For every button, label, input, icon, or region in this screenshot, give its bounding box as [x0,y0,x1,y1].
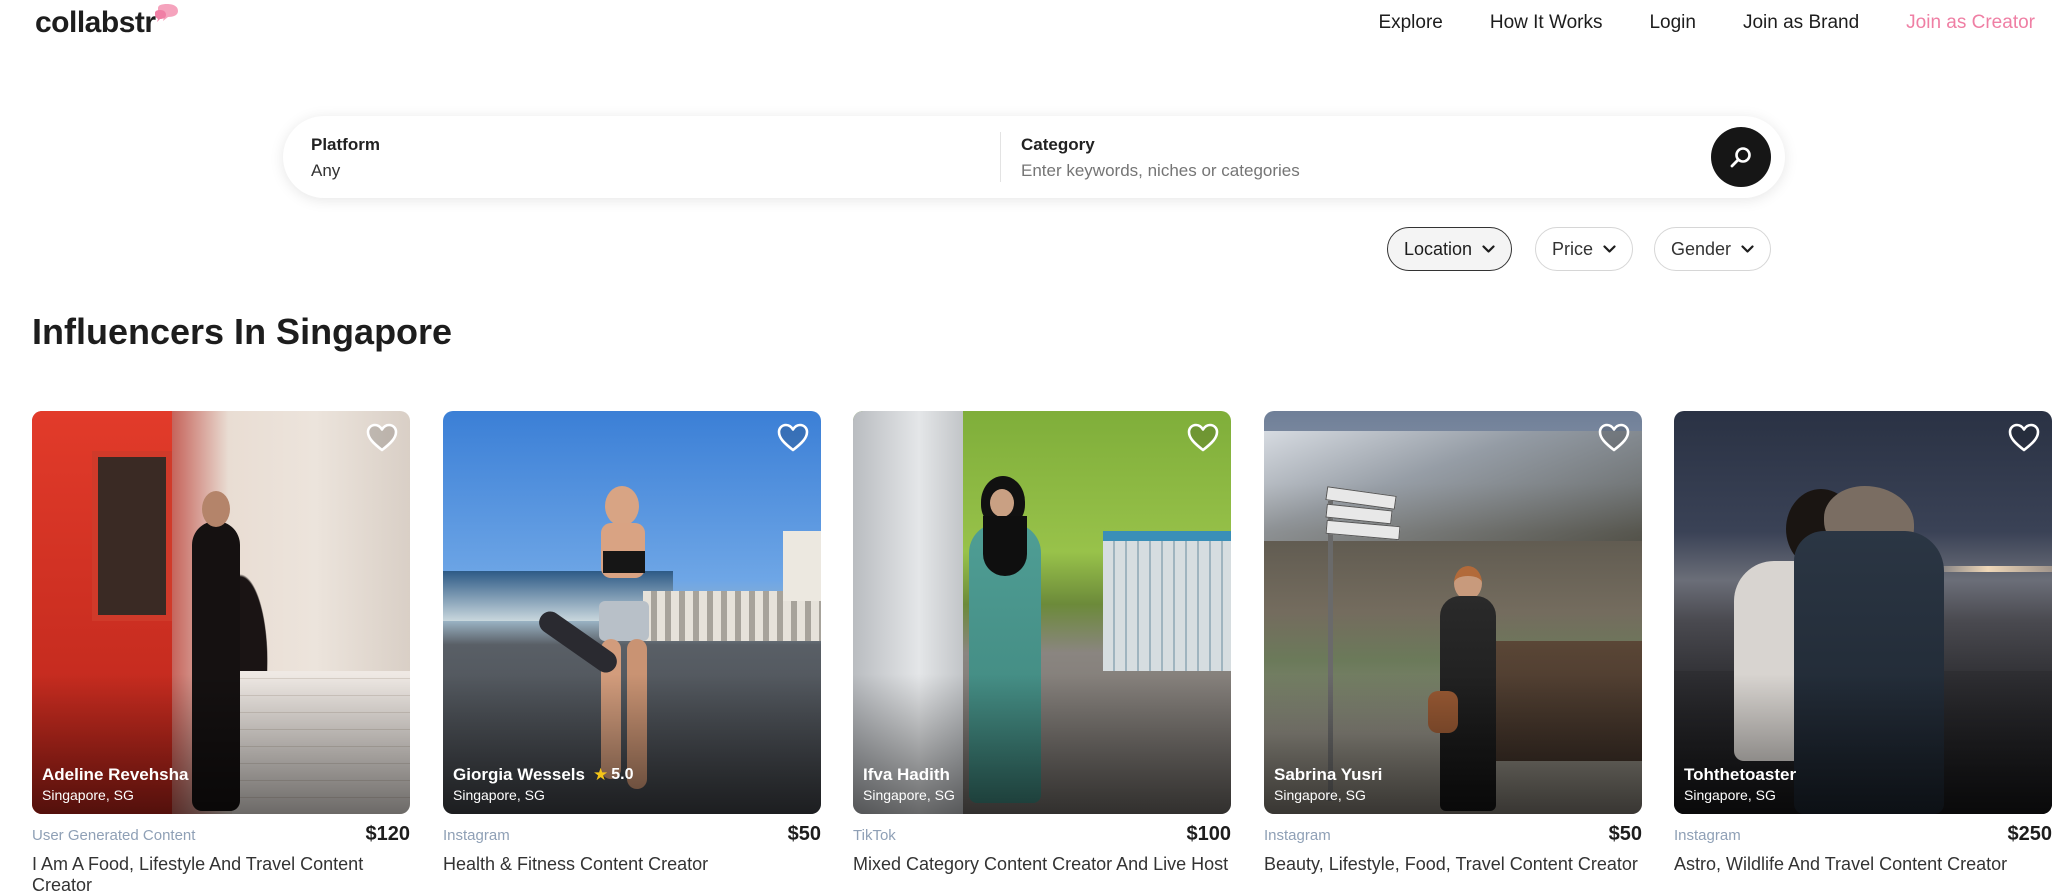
platform-field[interactable]: Platform Any [311,134,971,182]
search-icon [1730,147,1751,168]
location-filter[interactable]: Location [1387,227,1513,271]
creator-description: Beauty, Lifestyle, Food, Travel Content … [1264,854,1638,874]
star-icon: ★ [592,765,609,784]
page-title: Influencers In Singapore [32,311,453,352]
category-field[interactable]: Category [1021,134,1661,182]
heart-icon[interactable] [2008,423,2040,453]
creator-rating: ★ 5.0 [592,765,634,784]
influencer-card[interactable]: Ifva Hadith Singapore, SG TikTok $100 Mi… [853,411,1231,875]
logo[interactable]: collabstr [35,4,180,40]
card-meta: User Generated Content $120 [32,823,410,846]
platform-label: Platform [311,135,380,154]
creator-description: I Am A Food, Lifestyle And Travel Conten… [32,854,364,894]
creator-name: Ifva Hadith [863,765,950,784]
chevron-down-icon [1482,244,1495,253]
creator-location: Singapore, SG [1274,787,1366,803]
creator-name: Tohthetoaster [1684,765,1797,784]
price-filter[interactable]: Price [1535,227,1634,271]
platform-value[interactable]: Any [311,160,971,182]
category-input[interactable] [1021,160,1661,182]
creator-description: Astro, Wildlife And Travel Content Creat… [1674,854,2008,874]
profile-photo[interactable]: Giorgia Wessels ★ 5.0 Singapore, SG [443,411,821,814]
card-meta: Instagram $50 [1264,823,1642,846]
profile-photo[interactable]: Tohthetoaster Singapore, SG [1674,411,2052,814]
creator-info: Sabrina Yusri Singapore, SG [1274,765,1382,804]
creator-info: Tohthetoaster Singapore, SG [1684,765,1796,804]
creator-platform: Instagram [1674,827,1741,844]
nav-explore[interactable]: Explore [1378,12,1442,34]
heart-icon[interactable] [777,423,809,453]
creator-price: $50 [787,823,821,845]
search-divider [1000,132,1001,182]
nav-login[interactable]: Login [1649,12,1696,34]
top-header: collabstr Explore How It Works Login Joi… [0,0,2065,46]
chevron-down-icon [1741,244,1754,253]
heart-icon[interactable] [1187,423,1219,453]
profile-photo[interactable]: Ifva Hadith Singapore, SG [853,411,1231,814]
creator-name: Giorgia Wessels ★ 5.0 [453,765,634,784]
influencer-card[interactable]: Adeline Revehsha Singapore, SG User Gene… [32,411,410,894]
creator-location: Singapore, SG [863,787,955,803]
profile-photo[interactable]: Sabrina Yusri Singapore, SG [1264,411,1642,814]
creator-info: Adeline Revehsha Singapore, SG [42,765,188,804]
gender-filter[interactable]: Gender [1654,227,1772,271]
creator-price: $100 [1186,823,1232,845]
heart-icon[interactable] [366,423,398,453]
influencer-card[interactable]: Tohthetoaster Singapore, SG Instagram $2… [1674,411,2052,875]
nav-join-as-creator[interactable]: Join as Creator [1906,12,2035,34]
creator-location: Singapore, SG [1684,787,1776,803]
category-label: Category [1021,135,1095,154]
creator-info: Ifva Hadith Singapore, SG [863,765,955,804]
chevron-down-icon [1603,244,1616,253]
creator-description: Mixed Category Content Creator And Live … [853,854,1229,874]
nav-how-it-works[interactable]: How It Works [1490,12,1603,34]
speech-bubble-icon [154,4,178,22]
influencer-card[interactable]: Sabrina Yusri Singapore, SG Instagram $5… [1264,411,1642,875]
search-bar: Platform Any Category [283,116,1785,198]
creator-price: $120 [365,823,411,845]
card-meta: Instagram $50 [443,823,821,846]
card-meta: TikTok $100 [853,823,1231,846]
filter-bar: Location Price Gender [0,227,2065,271]
creator-platform: Instagram [443,827,510,844]
logo-text: collabstr [35,6,156,39]
creator-location: Singapore, SG [453,787,545,803]
creator-platform: User Generated Content [32,827,196,844]
creator-location: Singapore, SG [42,787,134,803]
creator-name: Adeline Revehsha [42,765,189,784]
main-nav: Explore How It Works Login Join as Brand… [1331,12,2035,34]
search-button[interactable] [1711,127,1771,187]
creator-platform: TikTok [853,827,896,844]
card-meta: Instagram $250 [1674,823,2052,846]
gender-filter-label: Gender [1671,238,1732,259]
price-filter-label: Price [1552,238,1594,259]
creator-price: $250 [2007,823,2053,845]
creator-description: Health & Fitness Content Creator [443,854,709,874]
creator-name: Sabrina Yusri [1274,765,1383,784]
nav-join-as-brand[interactable]: Join as Brand [1743,12,1859,34]
location-filter-label: Location [1404,238,1473,259]
profile-photo[interactable]: Adeline Revehsha Singapore, SG [32,411,410,814]
creator-platform: Instagram [1264,827,1331,844]
creator-price: $50 [1608,823,1642,845]
creator-info: Giorgia Wessels ★ 5.0 Singapore, SG [453,765,633,804]
influencer-card[interactable]: Giorgia Wessels ★ 5.0 Singapore, SG Insta… [443,411,821,875]
heart-icon[interactable] [1598,423,1630,453]
